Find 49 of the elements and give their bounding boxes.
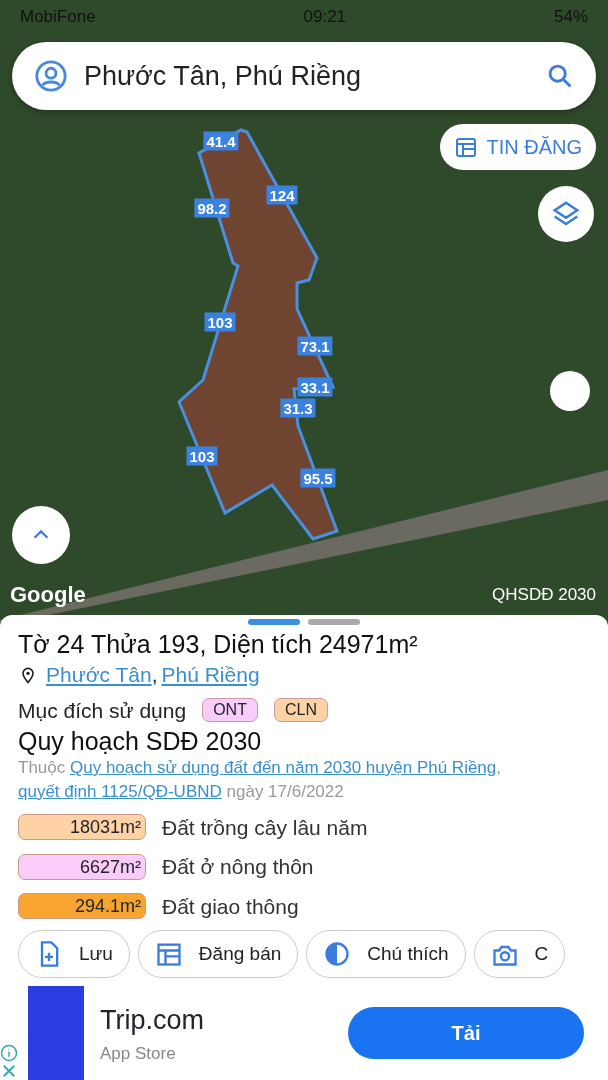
listing-button[interactable]: TIN ĐĂNG xyxy=(440,124,596,170)
action-button[interactable]: C xyxy=(473,930,566,979)
search-icon[interactable] xyxy=(546,62,574,90)
carrier-name: MobiFone xyxy=(20,6,96,28)
plan-title: Quy hoạch SDĐ 2030 xyxy=(18,726,263,756)
land-type-label: Đất giao thông xyxy=(162,893,299,920)
satellite-map[interactable]: 41.4 124 98.2 103 73.1 33.1 31.3 103 95.5 MobiFone 09:21 54% Phước Tân, Phú Riềng TIN ĐĂNG Google QHSDĐ 2030 xyxy=(0,0,608,625)
ad-title: Trip.com xyxy=(100,1004,205,1038)
land-type-label: Đất ở nông thôn xyxy=(162,854,314,881)
edge-length-label: 124 xyxy=(266,185,298,205)
land-use-tag: ONT xyxy=(202,698,258,723)
edge-length-label: 98.2 xyxy=(194,198,230,218)
land-use-tag: CLN xyxy=(273,698,328,723)
edge-length-label: 73.1 xyxy=(297,336,333,356)
plan-source-text: Thuộc Quy hoạch sử dụng đất đến năm 2030 huyện Phú Riềng, quyết định 1125/QĐ-UBND ngày 17/6/2022 xyxy=(18,757,502,803)
close-icon[interactable] xyxy=(0,1062,18,1080)
location-button[interactable] xyxy=(550,371,590,411)
edge-length-label: 95.5 xyxy=(300,468,336,488)
purpose-label: Mục đích sử dụng xyxy=(18,697,187,724)
edge-length-label: 103 xyxy=(204,312,236,332)
ad-subtitle: App Store xyxy=(100,1042,177,1065)
area-value: 6627m² xyxy=(18,853,146,880)
layers-button[interactable] xyxy=(538,186,594,242)
action-button[interactable]: Chú thích xyxy=(306,930,466,979)
land-type-label: Đất trồng cây lâu năm xyxy=(162,814,368,841)
edge-length-label: 103 xyxy=(186,446,218,466)
action-button[interactable]: Đăng bán xyxy=(137,930,299,979)
separator-text: , xyxy=(151,663,158,686)
edge-length-label: 31.3 xyxy=(280,398,316,418)
map-layer-label: QHSDĐ 2030 xyxy=(492,584,596,606)
expand-button[interactable] xyxy=(12,506,70,564)
decision-link[interactable]: quyết định 1125/QĐ-UBND xyxy=(18,781,222,801)
edge-length-label: 33.1 xyxy=(297,377,333,397)
battery-percent: 54% xyxy=(553,6,588,28)
area-value: 18031m² xyxy=(18,814,146,841)
area-value: 294.1m² xyxy=(18,893,146,920)
calendar-icon xyxy=(454,135,479,159)
account-icon xyxy=(34,59,68,93)
half-circle-icon xyxy=(323,940,352,969)
plan-link[interactable]: Quy hoạch sử dụng đất đến năm 2030 huyện Phú Riềng xyxy=(70,758,497,777)
status-time: 09:21 xyxy=(303,6,347,28)
map-attribution: Google xyxy=(10,581,86,609)
parcel-title: Tờ 24 Thửa 193, Diện tích 24971m² xyxy=(18,629,419,659)
edge-length-label: 41.4 xyxy=(203,131,239,151)
search-field[interactable]: Phước Tân, Phú Riềng xyxy=(12,42,596,110)
location-link[interactable]: Phước Tân xyxy=(46,663,152,686)
download-button[interactable]: Tải xyxy=(348,1007,584,1060)
info-icon xyxy=(0,1044,18,1063)
action-button[interactable]: Lưu xyxy=(18,930,130,979)
